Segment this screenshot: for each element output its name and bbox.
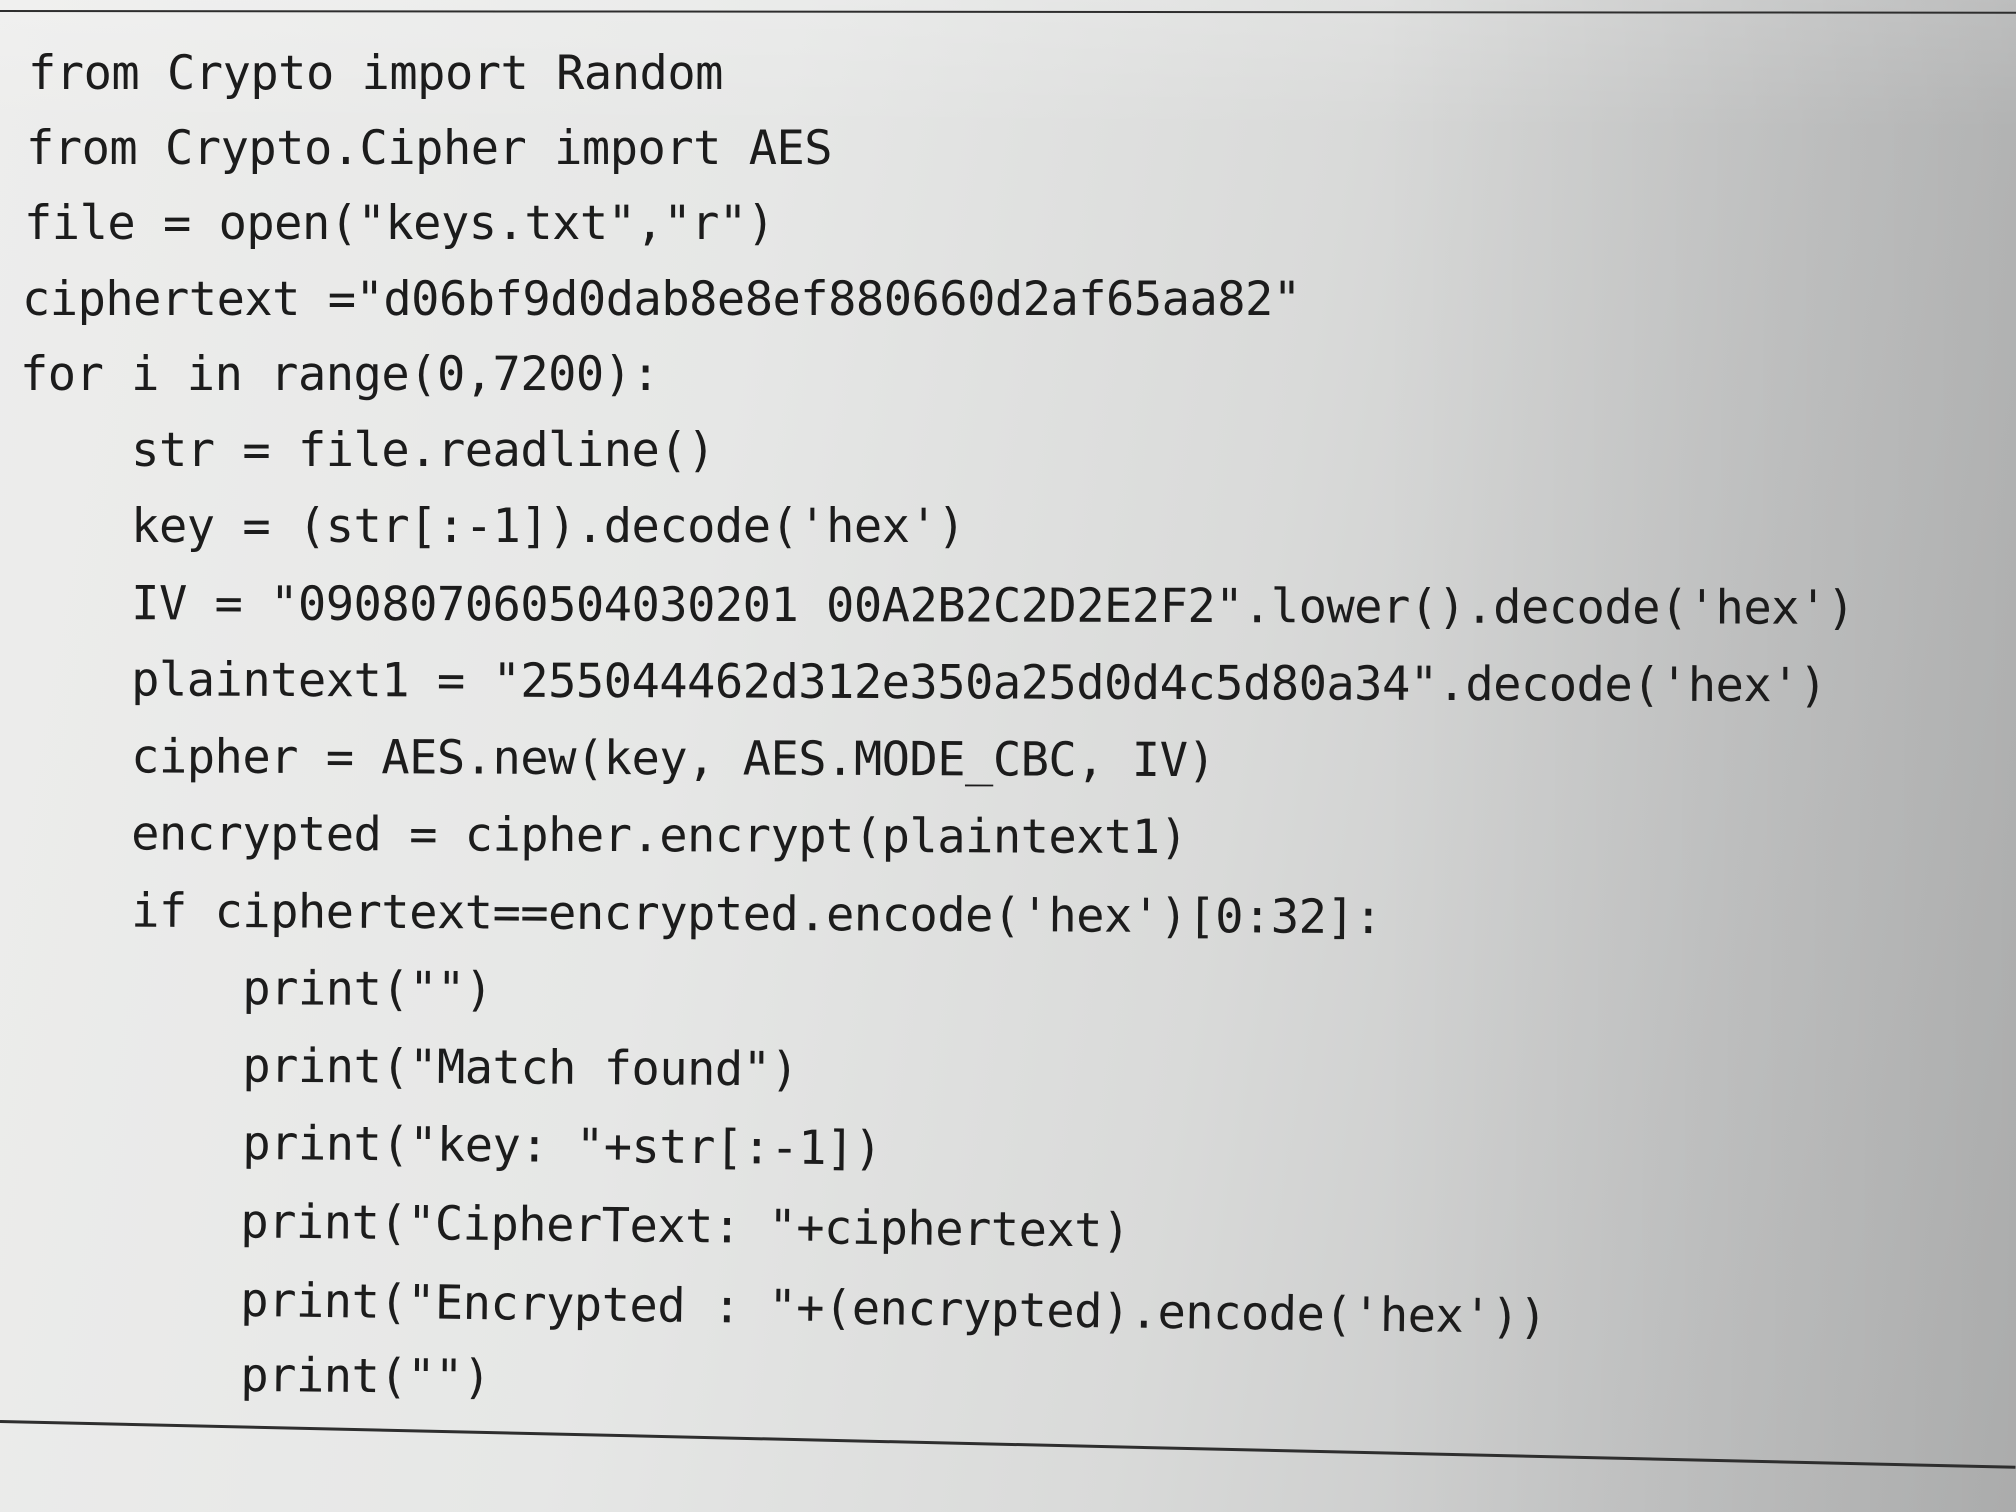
code-line-9: plaintext1 = "255044462d312e350a25d0d4c5… — [19, 652, 1827, 714]
code-line-13: print("") — [19, 960, 493, 1018]
code-listing: from Crypto import Random from Crypto.Ci… — [0, 0, 2016, 1512]
code-line-16: print("CipherText: "+ciphertext) — [17, 1192, 1131, 1259]
code-line-7: key = (str[:-1]).decode('hex') — [20, 499, 966, 554]
code-line-15: print("key: "+str[:-1]) — [19, 1114, 882, 1177]
code-line-6: str = file.readline() — [20, 423, 715, 478]
code-line-10: cipher = AES.new(key, AES.MODE_CBC, IV) — [19, 729, 1216, 789]
code-line-17: print("Encrypted : "+(encrypted).encode(… — [17, 1270, 1548, 1346]
code-line-11: encrypted = cipher.encrypt(plaintext1) — [19, 806, 1188, 866]
code-line-1: from Crypto import Random — [28, 46, 723, 101]
code-line-12: if ciphertext==encrypted.encode('hex')[0… — [19, 883, 1383, 946]
code-line-2: from Crypto.Cipher import AES — [26, 121, 833, 176]
code-line-4: ciphertext ="d06bf9d0dab8e8ef880660d2af6… — [22, 272, 1301, 327]
code-line-8: IV = "090807060504030201 00A2B2C2D2E2F2"… — [19, 576, 1855, 636]
code-line-14: print("Match found") — [19, 1037, 799, 1098]
code-line-18: print("") — [17, 1346, 491, 1406]
code-line-5: for i in range(0,7200): — [20, 347, 660, 402]
code-line-3: file = open("keys.txt","r") — [24, 196, 775, 251]
